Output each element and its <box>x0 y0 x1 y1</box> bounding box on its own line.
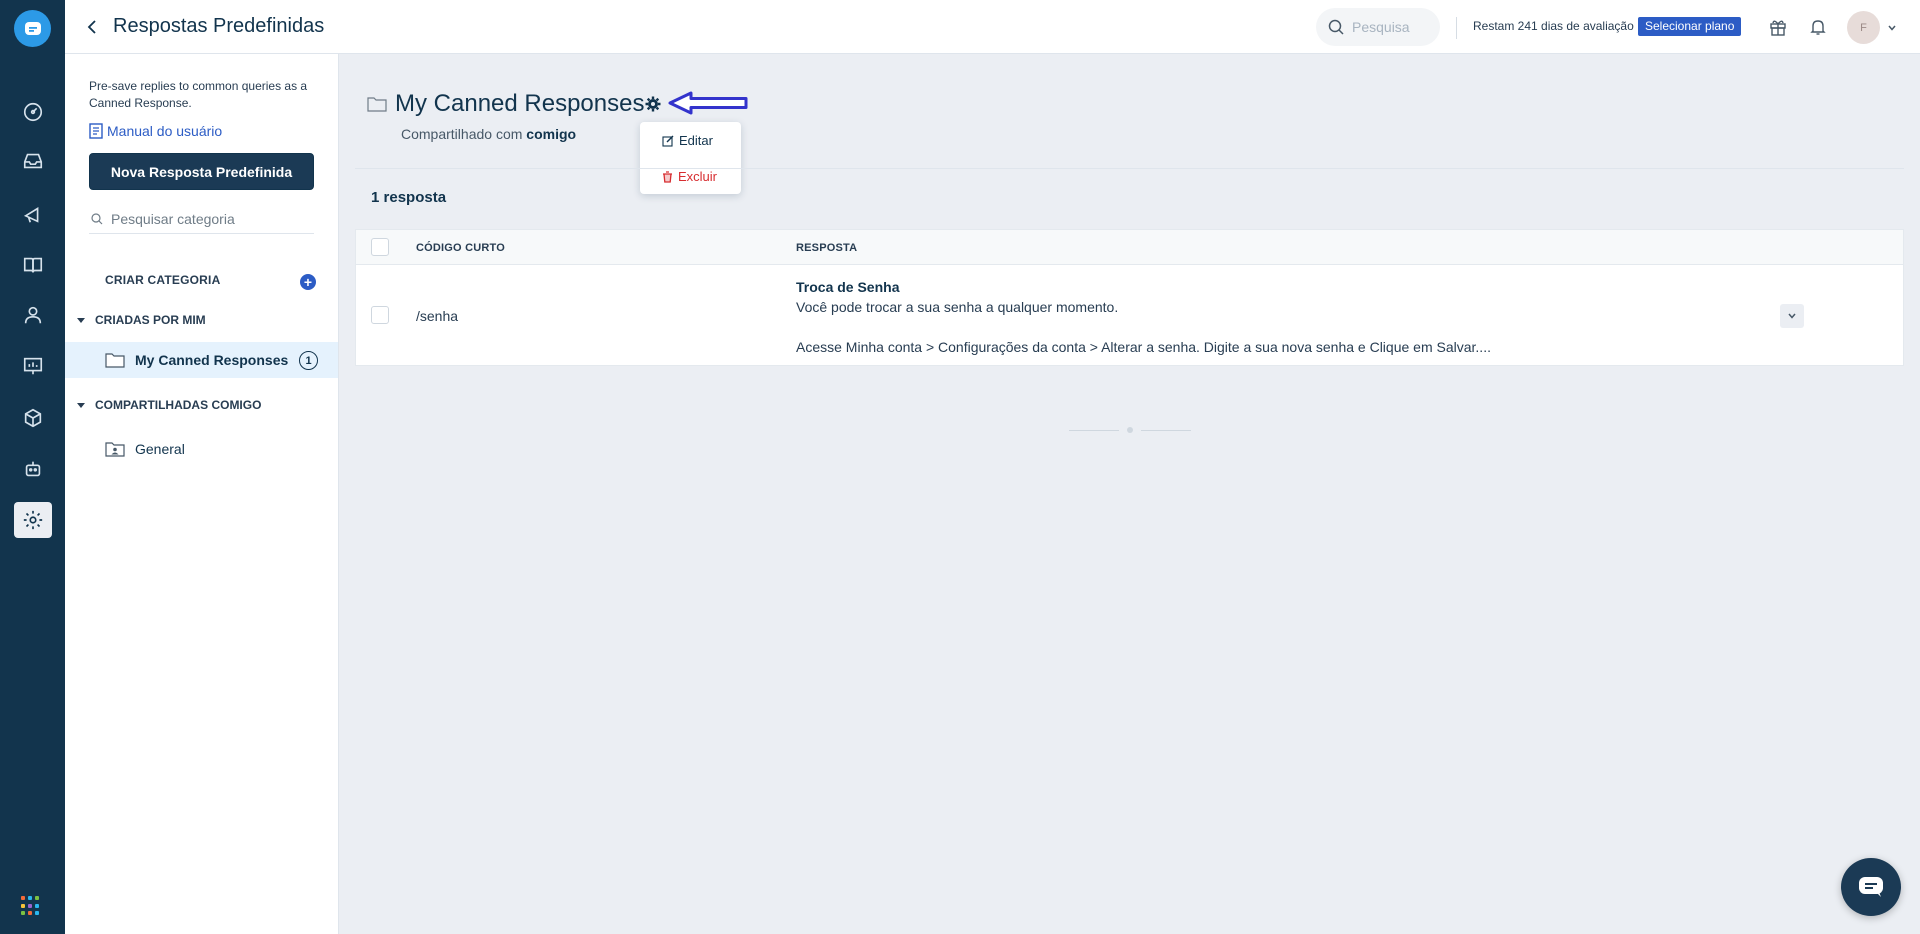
count-badge: 1 <box>299 351 318 370</box>
gift-icon[interactable] <box>1766 15 1790 39</box>
book-icon <box>89 123 103 139</box>
left-nav-rail <box>0 0 65 934</box>
app-logo-icon[interactable] <box>14 10 51 47</box>
category-search[interactable] <box>89 204 314 234</box>
inbox-icon[interactable] <box>14 143 52 179</box>
folder-title: My Canned Responses <box>395 90 645 117</box>
apps-dot <box>28 896 32 900</box>
chevron-down-icon <box>1788 313 1796 319</box>
user-manual-link[interactable]: Manual do usuário <box>89 123 222 139</box>
apps-dot <box>28 903 32 908</box>
categories-sidebar: Pre-save replies to common queries as a … <box>65 54 339 934</box>
analytics-icon[interactable] <box>14 348 52 384</box>
edit-label: Editar <box>679 133 713 148</box>
folder-icon <box>105 352 125 368</box>
trial-text: Restam 241 dias de avaliação <box>1473 19 1634 33</box>
apps-dot <box>21 903 25 908</box>
shared-with-text: Compartilhado com comigo <box>401 126 576 142</box>
response-count: 1 resposta <box>371 189 447 206</box>
select-plan-button[interactable]: Selecionar plano <box>1638 17 1742 36</box>
back-arrow-icon[interactable] <box>81 15 105 39</box>
responses-table: CÓDIGO CURTO RESPOSTA /senha Troca de Se… <box>355 229 1904 366</box>
products-icon[interactable] <box>14 400 52 436</box>
select-all-checkbox[interactable] <box>371 238 389 256</box>
response-title: Troca de Senha <box>796 279 900 295</box>
sidebar-item-label: My Canned Responses <box>135 352 289 368</box>
header-divider <box>1456 17 1457 39</box>
caret-down-icon <box>77 402 85 408</box>
sidebar-description: Pre-save replies to common queries as a … <box>89 79 308 110</box>
apps-dot <box>21 911 25 916</box>
search-input[interactable] <box>1352 19 1427 35</box>
sidebar-item-general[interactable]: General <box>65 431 338 467</box>
short-code: /senha <box>416 308 459 324</box>
search-icon <box>91 212 103 224</box>
sidebar-item-my-canned-responses[interactable]: My Canned Responses 1 <box>65 342 338 378</box>
edit-menu-item[interactable]: Editar <box>662 133 713 148</box>
dashboard-icon[interactable] <box>14 94 52 130</box>
chat-icon <box>1859 877 1883 897</box>
avatar[interactable]: F <box>1847 11 1880 44</box>
group-label: COMPARTILHADAS COMIGO <box>95 398 262 412</box>
folder-actions-menu: Editar Excluir <box>640 122 741 194</box>
delete-menu-item[interactable]: Excluir <box>662 169 717 184</box>
sidebar-item-label: General <box>135 441 185 457</box>
category-search-input[interactable] <box>111 210 291 227</box>
indicator-dot <box>1127 427 1133 433</box>
chevron-down-icon[interactable] <box>1887 20 1897 38</box>
shared-with-value: comigo <box>526 126 577 142</box>
shared-folder-icon <box>105 441 125 457</box>
contacts-icon[interactable] <box>14 297 52 333</box>
folder-settings-gear-icon[interactable] <box>644 95 662 113</box>
delete-label: Excluir <box>678 169 718 184</box>
knowledge-base-icon[interactable] <box>14 247 52 283</box>
shared-prefix: Compartilhado com <box>401 126 523 142</box>
user-manual-label: Manual do usuário <box>107 123 223 139</box>
settings-icon[interactable] <box>14 502 52 538</box>
response-line-2: Acesse Minha conta > Configurações da co… <box>796 339 1491 355</box>
search-icon <box>1328 19 1344 35</box>
caret-down-icon <box>77 317 85 323</box>
divider <box>355 168 1904 169</box>
add-category-icon[interactable]: + <box>300 274 316 290</box>
top-header: Respostas Predefinidas Restam 241 dias d… <box>65 0 1920 54</box>
folder-icon <box>367 97 387 112</box>
folder-header: My Canned Responses <box>367 90 644 118</box>
response-line-1: Você pode trocar a sua senha a qualquer … <box>796 299 1119 315</box>
chat-widget-button[interactable] <box>1841 858 1901 916</box>
bot-icon[interactable] <box>14 451 52 487</box>
group-label: CRIADAS POR MIM <box>95 313 206 327</box>
bell-icon[interactable] <box>1806 15 1830 39</box>
new-canned-response-button[interactable]: Nova Resposta Predefinida <box>89 153 314 190</box>
apps-dot <box>21 896 25 900</box>
column-header-response: RESPOSTA <box>796 242 858 254</box>
apps-dot <box>35 896 39 900</box>
apps-dot <box>35 903 39 908</box>
indicator-line <box>1069 430 1119 431</box>
global-search[interactable] <box>1316 8 1440 46</box>
create-category-label[interactable]: CRIAR CATEGORIA <box>105 273 220 287</box>
main-content: My Canned Responses Compartilhado com co… <box>339 54 1920 934</box>
annotation-arrow-icon <box>668 91 748 115</box>
trash-icon <box>663 170 672 183</box>
group-shared-with-me[interactable]: COMPARTILHADAS COMIGO <box>77 398 261 412</box>
row-checkbox[interactable] <box>371 306 389 324</box>
group-created-by-me[interactable]: CRIADAS POR MIM <box>77 313 206 327</box>
campaigns-icon[interactable] <box>14 196 52 232</box>
indicator-line <box>1141 430 1191 431</box>
edit-icon <box>662 135 674 147</box>
expand-row-button[interactable] <box>1780 304 1804 328</box>
column-header-short-code: CÓDIGO CURTO <box>416 242 505 254</box>
end-of-list-indicator <box>1069 427 1191 433</box>
apps-dot <box>35 911 39 916</box>
table-row[interactable]: /senha Troca de Senha Você pode trocar a… <box>356 265 1903 365</box>
apps-dot <box>28 911 32 916</box>
apps-grid-icon[interactable] <box>21 896 41 916</box>
table-header: CÓDIGO CURTO RESPOSTA <box>356 230 1903 265</box>
page-title: Respostas Predefinidas <box>113 15 325 37</box>
